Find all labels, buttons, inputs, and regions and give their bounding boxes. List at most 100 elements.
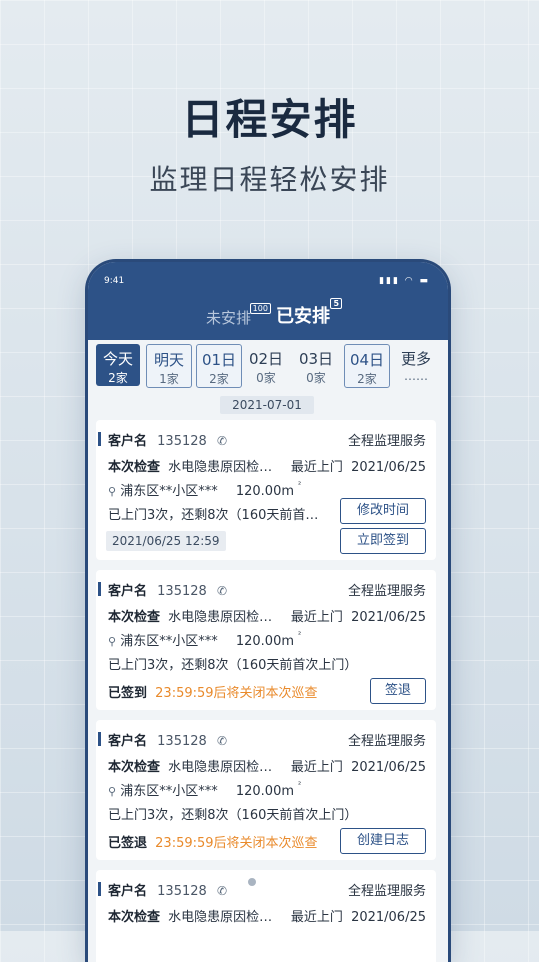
- day-count: 2家: [357, 372, 377, 386]
- day-04[interactable]: 04日 2家: [344, 344, 390, 388]
- check-in-button[interactable]: 立即签到: [340, 528, 426, 554]
- last-visit-date: 2021/06/25: [351, 760, 426, 775]
- appointment-card[interactable]: 客户名 135128 ✆ 全程监理服务 本次检查 水电隐患原因检… 最近上门 2…: [96, 420, 436, 560]
- card-accent: [98, 432, 101, 446]
- customer-row: 客户名 135128 ✆: [108, 730, 227, 749]
- modify-time-button[interactable]: 修改时间: [340, 498, 426, 524]
- customer-id: 135128: [157, 434, 207, 449]
- date-selector: 今天 2家 明天 1家 01日 2家 02日 0家 03日 0家 04日 2家 …: [88, 340, 448, 392]
- check-text: 水电隐患原因检…: [168, 610, 273, 625]
- day-count: 1家: [159, 372, 179, 386]
- check-row: 本次检查 水电隐患原因检…: [108, 456, 272, 475]
- last-visit-date: 2021/06/25: [351, 460, 426, 475]
- check-text: 水电隐患原因检…: [168, 910, 273, 925]
- day-label: 明天: [153, 351, 184, 369]
- day-more[interactable]: 更多 ……: [394, 344, 438, 386]
- headline: 日程安排: [181, 95, 358, 144]
- check-label: 本次检查: [108, 610, 161, 625]
- checkout-status: 已签退: [108, 836, 148, 851]
- location-icon: ⚲: [108, 635, 117, 648]
- day-count: 0家: [306, 371, 326, 385]
- customer-id: 135128: [157, 584, 207, 599]
- last-visit: 最近上门 2021/06/25: [291, 456, 426, 475]
- last-visit: 最近上门 2021/06/25: [291, 906, 426, 925]
- tab-unscheduled[interactable]: 未安排 100: [205, 303, 271, 328]
- phone-icon[interactable]: ✆: [217, 434, 227, 448]
- location-icon: ⚲: [108, 785, 117, 798]
- last-visit-label: 最近上门: [290, 910, 343, 925]
- card-accent: [98, 582, 101, 596]
- customer-label: 客户名: [108, 584, 148, 599]
- phone-icon[interactable]: ✆: [217, 734, 227, 748]
- status-icons: ▮▮▮ ◠ ▬: [379, 276, 430, 286]
- day-count: 2家: [209, 372, 229, 386]
- check-row: 本次检查 水电隐患原因检…: [108, 756, 272, 775]
- address: 浦东区**小区***: [120, 634, 218, 649]
- area: 120.00m: [235, 784, 295, 799]
- tab-scheduled-badge: 5: [330, 298, 343, 309]
- customer-label: 客户名: [108, 884, 148, 899]
- tab-scheduled-label: 已安排: [276, 306, 331, 327]
- appointment-card[interactable]: 客户名 135128 ✆ 全程监理服务 本次检查 水电隐患原因检… 最近上门 2…: [96, 720, 436, 860]
- customer-row: 客户名 135128 ✆: [108, 880, 227, 899]
- customer-row: 客户名 135128 ✆: [108, 580, 227, 599]
- last-visit: 最近上门 2021/06/25: [291, 756, 426, 775]
- area-unit: ²: [298, 480, 302, 489]
- day-03[interactable]: 03日 0家: [294, 344, 338, 386]
- tab-unscheduled-badge: 100: [249, 303, 271, 314]
- phone-icon[interactable]: ✆: [217, 884, 227, 898]
- service-type: 全程监理服务: [347, 584, 426, 599]
- tab-bar: 未安排 100 已安排 5: [88, 298, 448, 328]
- visit-summary: 已上门3次，还剩8次（160天前首次上门）: [108, 658, 358, 673]
- last-visit-label: 最近上门: [290, 460, 343, 475]
- customer-id: 135128: [157, 734, 207, 749]
- address: 浦东区**小区***: [120, 784, 218, 799]
- last-visit-date: 2021/06/25: [351, 610, 426, 625]
- area-unit: ²: [298, 630, 302, 639]
- appointment-card[interactable]: 客户名 135128 ✆ 全程监理服务 本次检查 水电隐患原因检… 最近上门 2…: [96, 870, 436, 962]
- tab-scheduled[interactable]: 已安排 5: [276, 298, 343, 328]
- create-log-button[interactable]: 创建日志: [340, 828, 426, 854]
- checkin-status: 已签到: [108, 686, 148, 701]
- last-visit-label: 最近上门: [290, 610, 343, 625]
- last-visit-date: 2021/06/25: [351, 910, 426, 925]
- check-out-button[interactable]: 签退: [370, 678, 426, 704]
- scroll-indicator-dot: [248, 878, 256, 886]
- phone-icon[interactable]: ✆: [217, 584, 227, 598]
- close-notice: 23:59:59后将关闭本次巡查: [155, 686, 318, 701]
- area-unit: ²: [298, 780, 302, 789]
- tab-unscheduled-label: 未安排: [205, 309, 251, 327]
- day-count: 2家: [108, 371, 128, 385]
- day-today[interactable]: 今天 2家: [96, 344, 140, 386]
- address-row: ⚲ 浦东区**小区*** 120.00m ²: [108, 630, 301, 649]
- check-label: 本次检查: [108, 760, 161, 775]
- customer-row: 客户名 135128 ✆: [108, 430, 227, 449]
- check-label: 本次检查: [108, 460, 161, 475]
- customer-label: 客户名: [108, 434, 148, 449]
- address-row: ⚲ 浦东区**小区*** 120.00m ²: [108, 780, 301, 799]
- card-accent: [98, 732, 101, 746]
- check-text: 水电隐患原因检…: [168, 460, 273, 475]
- status-time: 9:41: [104, 276, 125, 286]
- appointment-card[interactable]: 客户名 135128 ✆ 全程监理服务 本次检查 水电隐患原因检… 最近上门 2…: [96, 570, 436, 710]
- day-01[interactable]: 01日 2家: [196, 344, 242, 388]
- address-row: ⚲ 浦东区**小区*** 120.00m ²: [108, 480, 301, 499]
- card-accent: [98, 882, 101, 896]
- last-visit-label: 最近上门: [290, 760, 343, 775]
- status-row: 已签到 23:59:59后将关闭本次巡查: [108, 682, 318, 701]
- area: 120.00m: [235, 634, 295, 649]
- service-type: 全程监理服务: [347, 734, 426, 749]
- day-02[interactable]: 02日 0家: [244, 344, 288, 386]
- day-tomorrow[interactable]: 明天 1家: [146, 344, 192, 388]
- day-label: 更多: [400, 350, 431, 368]
- close-notice: 23:59:59后将关闭本次巡查: [155, 836, 318, 851]
- top-bar: 9:41 ▮▮▮ ◠ ▬ 未安排 100 已安排 5: [88, 262, 448, 340]
- service-type: 全程监理服务: [347, 434, 426, 449]
- day-label: 02日: [248, 350, 284, 368]
- day-label: 03日: [298, 350, 334, 368]
- subheadline: 监理日程轻松安排: [149, 163, 390, 196]
- customer-label: 客户名: [108, 734, 148, 749]
- last-visit: 最近上门 2021/06/25: [291, 606, 426, 625]
- check-label: 本次检查: [108, 910, 161, 925]
- day-label: 今天: [102, 350, 133, 368]
